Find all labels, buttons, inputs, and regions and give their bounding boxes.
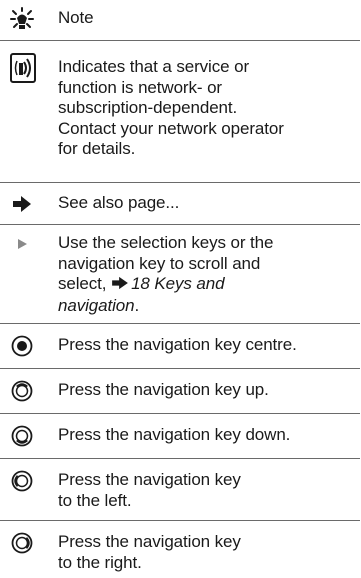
note-label: Note [58, 8, 94, 27]
see-also-arrow-icon [10, 192, 34, 216]
legend-row-down: Press the navigation key down. [0, 413, 360, 458]
centre-label: Press the navigation key centre. [58, 335, 297, 354]
icon-legend: Note Indicates that a service or functio… [0, 0, 361, 578]
legend-row-see-also: See also page... [0, 182, 360, 224]
left-line-1: Press the navigation key [58, 470, 241, 489]
selection-line-4: navigation. [58, 296, 358, 317]
legend-row-network: Indicates that a service or function is … [0, 40, 360, 182]
left-description: Press the navigation key to the left. [58, 470, 358, 511]
selection-line-2: navigation key to scroll and [58, 253, 261, 273]
selection-period: . [134, 295, 140, 315]
network-description: Indicates that a service or function is … [58, 57, 358, 160]
keys-navigation-link-cont[interactable]: navigation [58, 296, 135, 315]
legend-row-centre: Press the navigation key centre. [0, 323, 360, 368]
right-line-1: Press the navigation key [58, 532, 241, 551]
nav-key-left-icon [10, 469, 34, 493]
selection-triangle-icon [10, 232, 34, 256]
network-operator-icon [10, 53, 36, 83]
selection-line-3-text: select, [58, 274, 107, 293]
legend-row-up: Press the navigation key up. [0, 368, 360, 413]
up-label: Press the navigation key up. [58, 380, 269, 399]
legend-row-selection: Use the selection keys or the navigation… [0, 224, 360, 323]
legend-row-right: Press the navigation key to the right. [0, 520, 360, 578]
network-line-2: function is network- or [58, 77, 222, 97]
down-label: Press the navigation key down. [58, 425, 291, 444]
legend-row-note: Note [0, 0, 360, 40]
network-line-4: Contact your network operator [58, 118, 284, 138]
network-line-3: subscription-dependent. [58, 98, 238, 117]
nav-key-right-icon [10, 531, 34, 555]
legend-row-left: Press the navigation key to the left. [0, 458, 360, 520]
see-also-label: See also page... [58, 193, 180, 212]
keys-navigation-link[interactable]: 18 Keys and [131, 274, 225, 293]
selection-line-1: Use the selection keys or the [58, 233, 274, 252]
network-line-5: for details. [58, 139, 136, 158]
nav-key-up-icon [10, 379, 34, 403]
nav-key-centre-icon [10, 334, 34, 358]
nav-key-down-icon [10, 424, 34, 448]
note-bulb-icon [10, 7, 34, 31]
selection-description: Use the selection keys or the navigation… [58, 233, 358, 316]
reference-arrow-icon [111, 275, 129, 296]
network-line-1: Indicates that a service or [58, 57, 250, 76]
left-line-2: to the left. [58, 490, 132, 510]
selection-line-3: select, 18 Keys and [58, 274, 358, 296]
right-description: Press the navigation key to the right. [58, 532, 358, 573]
right-line-2: to the right. [58, 552, 142, 572]
